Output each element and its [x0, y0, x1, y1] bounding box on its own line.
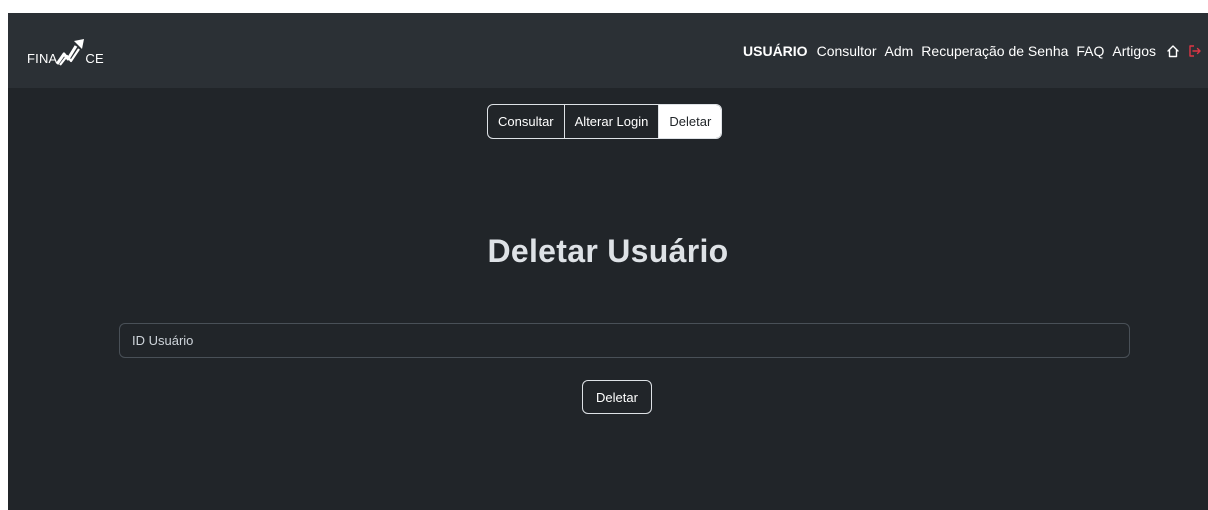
- tab-consultar[interactable]: Consultar: [488, 105, 565, 138]
- chart-arrow-icon: [56, 39, 85, 66]
- action-tab-group: Consultar Alterar Login Deletar: [487, 104, 723, 139]
- home-icon[interactable]: [1166, 44, 1180, 58]
- nav-links: USUÁRIO Consultor Adm Recuperação de Sen…: [743, 13, 1208, 88]
- delete-button[interactable]: Deletar: [582, 380, 652, 414]
- nav-link-usuario[interactable]: USUÁRIO: [743, 43, 808, 59]
- navbar: FINA CE USUÁRIO Consultor Adm Recuperaçã…: [8, 13, 1208, 88]
- tab-deletar[interactable]: Deletar: [659, 105, 722, 138]
- brand-logo[interactable]: FINA CE: [27, 38, 104, 66]
- logo-text-left: FINA: [27, 51, 58, 66]
- user-id-input[interactable]: [119, 323, 1130, 358]
- tab-alterar-login[interactable]: Alterar Login: [565, 105, 660, 138]
- logout-icon[interactable]: [1188, 44, 1202, 58]
- page-title: Deletar Usuário: [487, 233, 729, 269]
- nav-link-adm[interactable]: Adm: [885, 43, 914, 59]
- app-container: FINA CE USUÁRIO Consultor Adm Recuperaçã…: [8, 13, 1208, 510]
- logo-text-right: CE: [85, 51, 104, 66]
- nav-link-recuperacao-senha[interactable]: Recuperação de Senha: [921, 43, 1068, 59]
- nav-link-consultor[interactable]: Consultor: [817, 43, 877, 59]
- nav-link-faq[interactable]: FAQ: [1076, 43, 1104, 59]
- nav-link-artigos[interactable]: Artigos: [1112, 43, 1156, 59]
